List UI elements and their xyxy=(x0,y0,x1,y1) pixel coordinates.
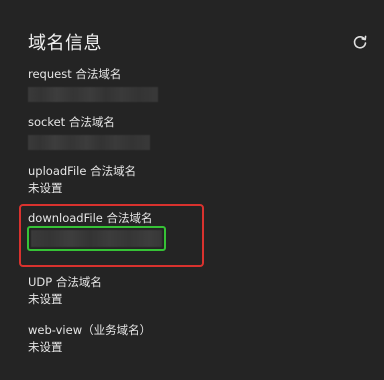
domain-label: UDP 合法域名 xyxy=(28,275,102,289)
domain-item-uploadfile: uploadFile 合法域名 未设置 xyxy=(28,164,136,195)
domain-label: web-view（业务域名） xyxy=(28,323,152,337)
domain-value: 未设置 xyxy=(28,292,63,306)
domain-value: 未设置 xyxy=(28,181,63,195)
page-title: 域名信息 xyxy=(28,33,102,54)
highlight-box xyxy=(19,204,204,267)
domain-label: socket 合法域名 xyxy=(28,115,115,129)
domain-label: uploadFile 合法域名 xyxy=(28,164,137,178)
domain-item-udp: UDP 合法域名 未设置 xyxy=(28,275,102,306)
domain-item-request: request 合法域名 xyxy=(28,67,158,102)
domain-item-socket: socket 合法域名 xyxy=(28,115,150,150)
domain-value: 未设置 xyxy=(28,340,63,354)
domain-info-panel: 域名信息 request 合法域名 socket 合法域名 uploadFile… xyxy=(0,0,384,380)
refresh-icon[interactable] xyxy=(352,34,368,50)
domain-item-webview: web-view（业务域名） 未设置 xyxy=(28,323,151,354)
domain-value-redacted xyxy=(28,135,150,150)
domain-value-redacted xyxy=(28,87,158,102)
domain-label: request 合法域名 xyxy=(28,67,122,81)
